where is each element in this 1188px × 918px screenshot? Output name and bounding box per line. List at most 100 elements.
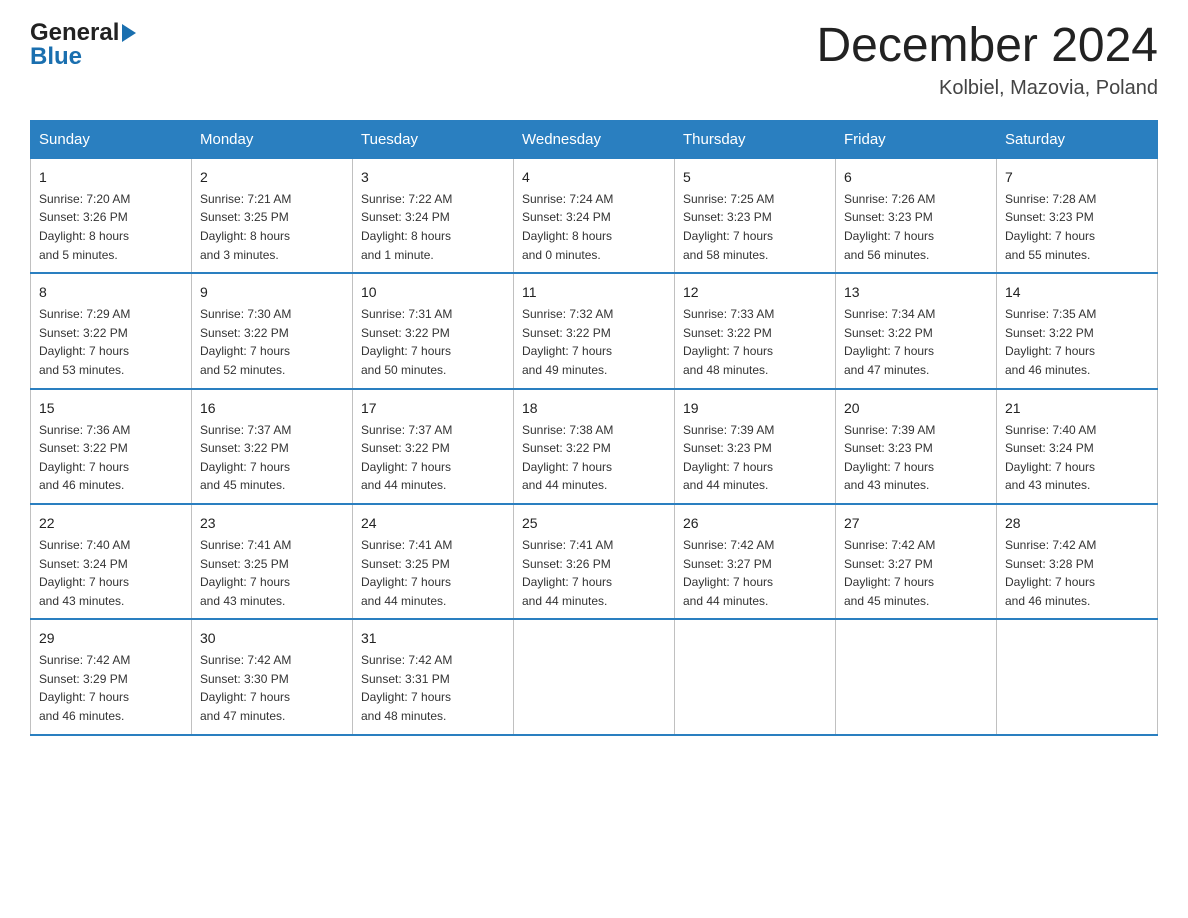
- day-info: Sunrise: 7:42 AMSunset: 3:31 PMDaylight:…: [361, 651, 505, 725]
- day-number: 8: [39, 282, 183, 303]
- day-info: Sunrise: 7:34 AMSunset: 3:22 PMDaylight:…: [844, 305, 988, 379]
- day-cell-26: 26 Sunrise: 7:42 AMSunset: 3:27 PMDaylig…: [675, 504, 836, 619]
- month-title: December 2024: [816, 20, 1158, 73]
- day-cell-8: 8 Sunrise: 7:29 AMSunset: 3:22 PMDayligh…: [31, 273, 192, 388]
- header-sunday: Sunday: [31, 120, 192, 158]
- day-cell-15: 15 Sunrise: 7:36 AMSunset: 3:22 PMDaylig…: [31, 389, 192, 504]
- day-info: Sunrise: 7:41 AMSunset: 3:26 PMDaylight:…: [522, 536, 666, 610]
- day-number: 13: [844, 282, 988, 303]
- day-cell-18: 18 Sunrise: 7:38 AMSunset: 3:22 PMDaylig…: [514, 389, 675, 504]
- day-number: 15: [39, 398, 183, 419]
- day-number: 5: [683, 167, 827, 188]
- day-info: Sunrise: 7:42 AMSunset: 3:30 PMDaylight:…: [200, 651, 344, 725]
- header-thursday: Thursday: [675, 120, 836, 158]
- day-number: 26: [683, 513, 827, 534]
- day-info: Sunrise: 7:37 AMSunset: 3:22 PMDaylight:…: [200, 421, 344, 495]
- day-cell-21: 21 Sunrise: 7:40 AMSunset: 3:24 PMDaylig…: [997, 389, 1158, 504]
- logo-blue-text: Blue: [30, 44, 136, 70]
- day-cell-27: 27 Sunrise: 7:42 AMSunset: 3:27 PMDaylig…: [836, 504, 997, 619]
- logo-arrow-icon: [122, 24, 136, 42]
- day-number: 3: [361, 167, 505, 188]
- day-cell-7: 7 Sunrise: 7:28 AMSunset: 3:23 PMDayligh…: [997, 158, 1158, 273]
- day-info: Sunrise: 7:42 AMSunset: 3:29 PMDaylight:…: [39, 651, 183, 725]
- day-cell-28: 28 Sunrise: 7:42 AMSunset: 3:28 PMDaylig…: [997, 504, 1158, 619]
- day-number: 6: [844, 167, 988, 188]
- day-info: Sunrise: 7:42 AMSunset: 3:27 PMDaylight:…: [844, 536, 988, 610]
- day-number: 11: [522, 282, 666, 303]
- week-row-3: 15 Sunrise: 7:36 AMSunset: 3:22 PMDaylig…: [31, 389, 1158, 504]
- day-number: 21: [1005, 398, 1149, 419]
- day-info: Sunrise: 7:24 AMSunset: 3:24 PMDaylight:…: [522, 190, 666, 264]
- day-number: 25: [522, 513, 666, 534]
- day-number: 31: [361, 628, 505, 649]
- day-cell-23: 23 Sunrise: 7:41 AMSunset: 3:25 PMDaylig…: [192, 504, 353, 619]
- day-cell-5: 5 Sunrise: 7:25 AMSunset: 3:23 PMDayligh…: [675, 158, 836, 273]
- day-number: 22: [39, 513, 183, 534]
- day-info: Sunrise: 7:28 AMSunset: 3:23 PMDaylight:…: [1005, 190, 1149, 264]
- week-row-1: 1 Sunrise: 7:20 AMSunset: 3:26 PMDayligh…: [31, 158, 1158, 273]
- day-info: Sunrise: 7:39 AMSunset: 3:23 PMDaylight:…: [683, 421, 827, 495]
- day-info: Sunrise: 7:30 AMSunset: 3:22 PMDaylight:…: [200, 305, 344, 379]
- day-number: 27: [844, 513, 988, 534]
- day-info: Sunrise: 7:41 AMSunset: 3:25 PMDaylight:…: [361, 536, 505, 610]
- header-monday: Monday: [192, 120, 353, 158]
- day-cell-29: 29 Sunrise: 7:42 AMSunset: 3:29 PMDaylig…: [31, 619, 192, 734]
- empty-cell: [675, 619, 836, 734]
- week-row-5: 29 Sunrise: 7:42 AMSunset: 3:29 PMDaylig…: [31, 619, 1158, 734]
- day-cell-6: 6 Sunrise: 7:26 AMSunset: 3:23 PMDayligh…: [836, 158, 997, 273]
- day-number: 7: [1005, 167, 1149, 188]
- day-info: Sunrise: 7:39 AMSunset: 3:23 PMDaylight:…: [844, 421, 988, 495]
- day-info: Sunrise: 7:29 AMSunset: 3:22 PMDaylight:…: [39, 305, 183, 379]
- day-cell-22: 22 Sunrise: 7:40 AMSunset: 3:24 PMDaylig…: [31, 504, 192, 619]
- location-text: Kolbiel, Mazovia, Poland: [816, 77, 1158, 100]
- day-cell-19: 19 Sunrise: 7:39 AMSunset: 3:23 PMDaylig…: [675, 389, 836, 504]
- day-cell-1: 1 Sunrise: 7:20 AMSunset: 3:26 PMDayligh…: [31, 158, 192, 273]
- day-info: Sunrise: 7:42 AMSunset: 3:27 PMDaylight:…: [683, 536, 827, 610]
- day-info: Sunrise: 7:38 AMSunset: 3:22 PMDaylight:…: [522, 421, 666, 495]
- day-number: 2: [200, 167, 344, 188]
- day-cell-20: 20 Sunrise: 7:39 AMSunset: 3:23 PMDaylig…: [836, 389, 997, 504]
- empty-cell: [997, 619, 1158, 734]
- page-header: General Blue December 2024 Kolbiel, Mazo…: [30, 20, 1158, 100]
- day-info: Sunrise: 7:20 AMSunset: 3:26 PMDaylight:…: [39, 190, 183, 264]
- day-info: Sunrise: 7:32 AMSunset: 3:22 PMDaylight:…: [522, 305, 666, 379]
- day-cell-17: 17 Sunrise: 7:37 AMSunset: 3:22 PMDaylig…: [353, 389, 514, 504]
- header-saturday: Saturday: [997, 120, 1158, 158]
- week-row-2: 8 Sunrise: 7:29 AMSunset: 3:22 PMDayligh…: [31, 273, 1158, 388]
- day-number: 14: [1005, 282, 1149, 303]
- day-cell-16: 16 Sunrise: 7:37 AMSunset: 3:22 PMDaylig…: [192, 389, 353, 504]
- day-info: Sunrise: 7:41 AMSunset: 3:25 PMDaylight:…: [200, 536, 344, 610]
- day-number: 24: [361, 513, 505, 534]
- day-info: Sunrise: 7:31 AMSunset: 3:22 PMDaylight:…: [361, 305, 505, 379]
- day-number: 19: [683, 398, 827, 419]
- day-cell-4: 4 Sunrise: 7:24 AMSunset: 3:24 PMDayligh…: [514, 158, 675, 273]
- day-cell-31: 31 Sunrise: 7:42 AMSunset: 3:31 PMDaylig…: [353, 619, 514, 734]
- calendar-header-row: SundayMondayTuesdayWednesdayThursdayFrid…: [31, 120, 1158, 158]
- day-cell-11: 11 Sunrise: 7:32 AMSunset: 3:22 PMDaylig…: [514, 273, 675, 388]
- header-wednesday: Wednesday: [514, 120, 675, 158]
- day-cell-3: 3 Sunrise: 7:22 AMSunset: 3:24 PMDayligh…: [353, 158, 514, 273]
- title-block: December 2024 Kolbiel, Mazovia, Poland: [816, 20, 1158, 100]
- day-cell-9: 9 Sunrise: 7:30 AMSunset: 3:22 PMDayligh…: [192, 273, 353, 388]
- day-number: 9: [200, 282, 344, 303]
- day-cell-25: 25 Sunrise: 7:41 AMSunset: 3:26 PMDaylig…: [514, 504, 675, 619]
- day-cell-14: 14 Sunrise: 7:35 AMSunset: 3:22 PMDaylig…: [997, 273, 1158, 388]
- day-info: Sunrise: 7:26 AMSunset: 3:23 PMDaylight:…: [844, 190, 988, 264]
- day-number: 10: [361, 282, 505, 303]
- day-number: 17: [361, 398, 505, 419]
- day-info: Sunrise: 7:36 AMSunset: 3:22 PMDaylight:…: [39, 421, 183, 495]
- header-tuesday: Tuesday: [353, 120, 514, 158]
- day-number: 16: [200, 398, 344, 419]
- day-number: 29: [39, 628, 183, 649]
- day-cell-13: 13 Sunrise: 7:34 AMSunset: 3:22 PMDaylig…: [836, 273, 997, 388]
- day-cell-30: 30 Sunrise: 7:42 AMSunset: 3:30 PMDaylig…: [192, 619, 353, 734]
- day-number: 18: [522, 398, 666, 419]
- day-info: Sunrise: 7:40 AMSunset: 3:24 PMDaylight:…: [1005, 421, 1149, 495]
- day-info: Sunrise: 7:40 AMSunset: 3:24 PMDaylight:…: [39, 536, 183, 610]
- header-friday: Friday: [836, 120, 997, 158]
- calendar-table: SundayMondayTuesdayWednesdayThursdayFrid…: [30, 120, 1158, 736]
- day-number: 23: [200, 513, 344, 534]
- day-info: Sunrise: 7:21 AMSunset: 3:25 PMDaylight:…: [200, 190, 344, 264]
- logo: General Blue: [30, 20, 136, 71]
- day-number: 30: [200, 628, 344, 649]
